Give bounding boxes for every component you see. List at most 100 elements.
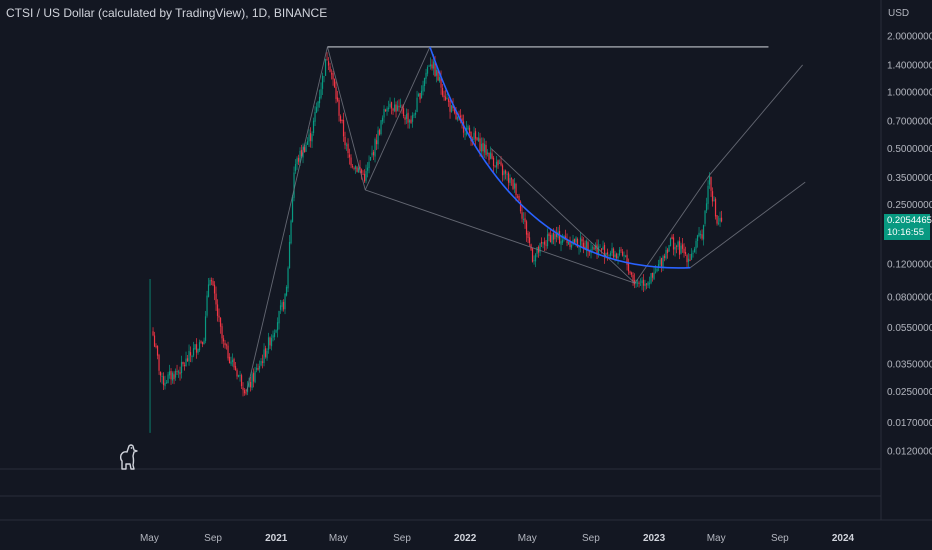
- candle-body-122: [335, 87, 337, 99]
- candle-body-332: [650, 273, 652, 284]
- candle-body-211: [468, 127, 471, 133]
- candle-body-159: [390, 102, 393, 109]
- candle-body-10: [167, 374, 169, 383]
- candle-body-328: [644, 283, 646, 287]
- time-tick-4: Sep: [393, 533, 411, 544]
- candle-body-93: [291, 197, 294, 222]
- currency-label: USD: [888, 8, 909, 19]
- candle-body-3: [156, 345, 159, 356]
- candle-body-111: [318, 96, 321, 104]
- candle-body-97: [297, 157, 300, 162]
- candle-body-61: [243, 390, 246, 394]
- candle-body-25: [189, 352, 192, 356]
- price-tick-9: 0.05500000: [887, 323, 932, 334]
- candle-body-109: [315, 107, 318, 113]
- candle-body-143: [366, 167, 369, 171]
- candle-body-68: [254, 371, 256, 383]
- tradingview-logo-icon[interactable]: [116, 443, 140, 471]
- candle-body-369: [705, 203, 708, 211]
- candle-body-343: [666, 249, 669, 254]
- candle-body-282: [575, 237, 577, 243]
- candle-body-271: [558, 231, 561, 244]
- candle-body-334: [653, 272, 655, 280]
- candle-body-258: [539, 243, 541, 253]
- price-tick-11: 0.02500000: [887, 387, 932, 398]
- price-tick-0: 2.00000000: [887, 32, 932, 43]
- candle-body-112: [320, 89, 322, 98]
- candle-body-75: [264, 348, 267, 357]
- arc-curve[interactable]: [429, 46, 691, 269]
- time-axis: May Sep 2021 May Sep 2022 May Sep 2023 May Sep 2024: [140, 533, 855, 544]
- candle-body-241: [513, 183, 516, 189]
- price-tick-2: 1.00000000: [887, 88, 932, 99]
- trend-line-5[interactable]: [709, 64, 803, 176]
- candle-body-141: [363, 173, 366, 182]
- candle-body-29: [195, 344, 198, 353]
- candle-body-251: [528, 237, 531, 243]
- candle-body-140: [362, 173, 364, 175]
- candle-body-189: [435, 69, 438, 76]
- trend-line-0[interactable]: [246, 46, 328, 392]
- candle-body-220: [482, 142, 484, 152]
- candle-body-88: [284, 293, 286, 310]
- candle-body-329: [645, 283, 648, 285]
- trend-line-7[interactable]: [490, 148, 636, 284]
- trend-line-4[interactable]: [634, 174, 710, 284]
- trend-line-2[interactable]: [364, 46, 431, 191]
- candle-body-313: [621, 251, 624, 256]
- candle-body-136: [356, 167, 358, 172]
- candle-body-72: [260, 360, 262, 366]
- candle-body-246: [521, 212, 523, 219]
- trend-line-1[interactable]: [327, 46, 366, 191]
- candle-body-319: [630, 272, 633, 275]
- candle-body-353: [681, 244, 684, 249]
- candle-body-83: [276, 322, 279, 331]
- candle-body-137: [357, 168, 360, 173]
- candle-body-134: [353, 167, 355, 169]
- candle-body-265: [549, 235, 552, 243]
- candle-body-232: [500, 161, 502, 166]
- candle-body-174: [413, 114, 415, 116]
- candle-body-222: [485, 144, 487, 156]
- candle-body-348: [674, 246, 676, 250]
- price-tick-1: 1.40000000: [887, 60, 932, 71]
- last-price-value: 0.20544653: [887, 215, 932, 226]
- candle-body-338: [659, 259, 661, 265]
- trend-line-3[interactable]: [365, 189, 636, 284]
- candle-body-305: [609, 252, 612, 256]
- time-tick-0: May: [140, 533, 159, 544]
- candle-body-85: [279, 305, 282, 310]
- candle-body-77: [267, 337, 270, 350]
- candle-body-254: [533, 260, 535, 262]
- candle-body-66: [251, 374, 253, 388]
- candle-body-81: [273, 332, 276, 337]
- candle-body-161: [393, 104, 396, 111]
- candle-body-65: [249, 381, 252, 388]
- candle-body-129: [345, 144, 348, 146]
- candle-body-52: [230, 361, 232, 365]
- candle-body-362: [695, 240, 697, 249]
- candle-body-268: [554, 233, 556, 240]
- candle-body-30: [197, 348, 199, 353]
- candle-body-5: [159, 371, 162, 376]
- candle-body-184: [428, 65, 430, 67]
- candle-body-272: [560, 241, 562, 245]
- candle-body-312: [620, 249, 622, 251]
- price-tick-10: 0.03500000: [887, 360, 932, 371]
- candle-body-229: [495, 161, 498, 168]
- candle-body-266: [551, 234, 553, 244]
- candle-body-355: [684, 252, 687, 255]
- candle-body-226: [491, 153, 493, 159]
- candle-body-24: [188, 350, 190, 362]
- candle-body-49: [225, 344, 228, 346]
- candle-body-16: [176, 371, 178, 372]
- candle-body-46: [221, 326, 223, 339]
- candle-body-54: [233, 358, 235, 368]
- candle-body-151: [378, 129, 381, 135]
- candle-body-238: [509, 178, 511, 183]
- candle-body-18: [179, 372, 181, 375]
- candle-body-163: [396, 105, 399, 111]
- candle-body-70: [257, 367, 259, 370]
- price-tick-13: 0.01200000: [887, 447, 932, 458]
- candle-body-373: [711, 191, 714, 202]
